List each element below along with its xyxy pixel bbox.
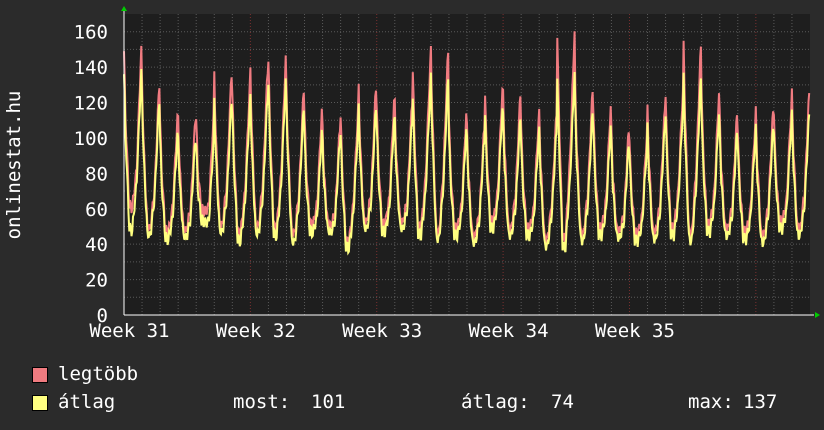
legend-swatch-atlag bbox=[32, 395, 48, 411]
x-axis-arrow bbox=[815, 312, 820, 318]
y-tick-label: 60 bbox=[85, 199, 108, 221]
legend-swatch-legtobb bbox=[32, 367, 48, 383]
x-tick-label: Week 35 bbox=[595, 320, 675, 342]
x-tick-label: Week 34 bbox=[468, 320, 548, 342]
y-tick-label: 120 bbox=[74, 93, 108, 115]
x-tick-label: Week 32 bbox=[216, 320, 296, 342]
y-tick-label: 20 bbox=[85, 270, 108, 292]
x-tick-label: Week 33 bbox=[342, 320, 422, 342]
y-tick-label: 160 bbox=[74, 22, 108, 44]
legend-label-atlag: átlag bbox=[58, 391, 116, 413]
y-tick-label: 100 bbox=[74, 128, 108, 150]
stat-atlag-value: 74 bbox=[551, 391, 574, 413]
y-tick-label: 80 bbox=[85, 163, 108, 185]
stat-most-value: 101 bbox=[311, 391, 346, 413]
y-axis-label: onlinestat.hu bbox=[3, 91, 25, 240]
legend-label-legtobb: legtöbb bbox=[58, 363, 139, 385]
y-tick-label: 140 bbox=[74, 57, 108, 79]
stat-most-label: most: bbox=[233, 391, 291, 413]
stat-max-value: 137 bbox=[743, 391, 778, 413]
x-tick-label: Week 31 bbox=[89, 320, 169, 342]
stat-atlag-label: átlag: bbox=[461, 391, 530, 413]
y-axis-arrow bbox=[121, 6, 127, 11]
stat-max-label: max: bbox=[688, 391, 734, 413]
y-tick-label: 40 bbox=[85, 234, 108, 256]
